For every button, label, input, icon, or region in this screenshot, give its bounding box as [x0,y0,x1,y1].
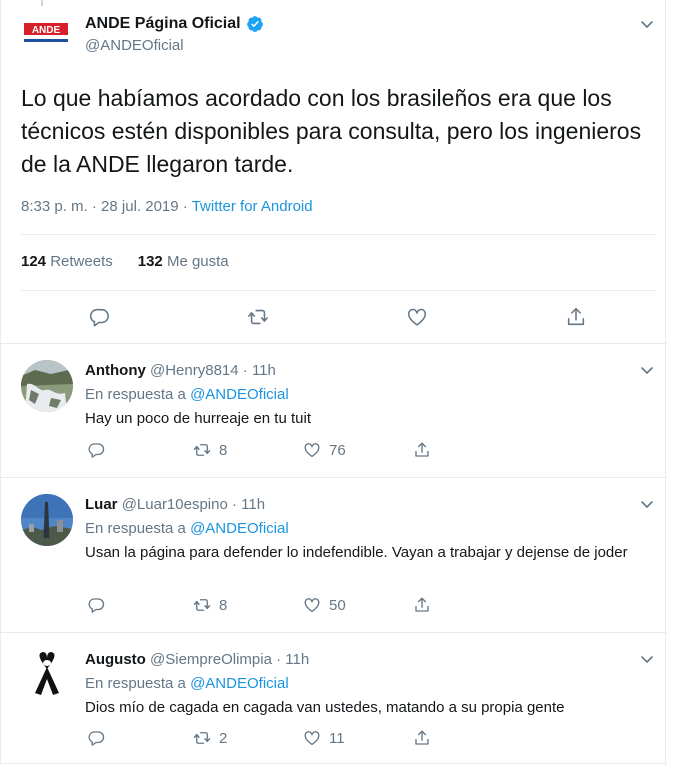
likes-count: 132 [137,253,163,270]
mention-link[interactable]: @ANDEOficial [190,386,289,403]
retweet-button[interactable]: 8 [193,596,227,614]
tweet-meta: 8:33 p. m. · 28 jul. 2019 · Twitter for … [21,198,313,215]
retweet-count: 2 [219,729,228,747]
like-icon [304,443,320,458]
chevron-down-icon[interactable] [639,651,655,667]
retweet-count: 8 [219,441,228,459]
like-button[interactable]: 11 [303,729,345,747]
chevron-down-icon[interactable] [639,16,655,32]
like-count: 50 [329,596,346,614]
reply-header: Augusto @SiempreOlimpia · 11h [85,651,309,668]
like-icon [304,731,320,746]
retweet-icon[interactable] [247,306,269,328]
thread-connector [41,0,43,6]
tweet-stats: 124 Retweets 132 Me gusta [21,253,229,270]
reply-separator: · [242,362,248,379]
chevron-down-icon[interactable] [639,362,655,378]
reply-text: Hay un poco de hurreaje en tu tuit [85,410,311,427]
reply-text: Dios mío de cagada en cagada van ustedes… [85,699,565,716]
reply-separator: · [276,651,282,668]
likes-label: Me gusta [166,253,229,270]
share-icon[interactable] [565,306,587,328]
chevron-down-icon[interactable] [639,496,655,512]
in-reply-label: En respuesta a [85,386,186,403]
logo-text: ANDE [32,25,61,36]
like-icon[interactable] [406,306,428,328]
retweets-stat[interactable]: 124 Retweets [21,253,113,270]
reply-author-handle[interactable]: @SiempreOlimpia [150,651,272,668]
meta-separator: · [182,198,188,215]
share-icon[interactable] [413,729,431,747]
reply-tweet[interactable]: Anthony @Henry8814 · 11h En respuesta a … [1,343,667,477]
divider [21,290,655,291]
verified-badge-icon [246,15,264,33]
tweet-author[interactable]: ANDE Página Oficial @ANDEOficial [85,15,264,54]
reply-icon[interactable] [87,441,105,459]
in-reply-label: En respuesta a [85,675,186,692]
like-button[interactable]: 76 [303,441,346,459]
share-icon[interactable] [413,596,431,614]
like-count: 11 [329,729,345,747]
reply-time[interactable]: 11h [285,651,309,668]
reply-icon[interactable] [87,729,105,747]
reply-time[interactable]: 11h [241,496,265,513]
reply-header: Luar @Luar10espino · 11h [85,496,265,513]
reply-author-handle[interactable]: @Henry8814 [150,362,239,379]
retweets-count: 124 [21,253,47,270]
reply-header: Anthony @Henry8814 · 11h [85,362,276,379]
author-handle[interactable]: @ANDEOficial [85,37,264,54]
tweet-date[interactable]: 28 jul. 2019 [101,198,179,215]
in-reply-label: En respuesta a [85,520,186,537]
tweet-text: Lo que habíamos acordado con los brasile… [21,85,642,177]
share-icon[interactable] [413,441,431,459]
retweet-icon [193,732,211,744]
reply-author-name[interactable]: Luar [85,496,118,513]
reply-icon[interactable] [87,596,105,614]
tweet-time[interactable]: 8:33 p. m. [21,198,88,215]
in-reply-to: En respuesta a @ANDEOficial [85,386,289,403]
retweet-button[interactable]: 8 [193,441,227,459]
divider [21,234,655,235]
retweet-count: 8 [219,596,228,614]
like-count: 76 [329,441,346,459]
meta-separator: · [91,198,97,215]
tweet-source-link[interactable]: Twitter for Android [192,198,313,215]
retweet-icon [193,599,211,611]
reply-time[interactable]: 11h [252,362,276,379]
retweet-icon [193,444,211,456]
mention-link[interactable]: @ANDEOficial [190,520,289,537]
retweets-label: Retweets [50,253,113,270]
in-reply-to: En respuesta a @ANDEOficial [85,520,289,537]
in-reply-to: En respuesta a @ANDEOficial [85,675,289,692]
avatar[interactable] [21,494,73,546]
like-icon [304,598,320,613]
reply-author-handle[interactable]: @Luar10espino [122,496,228,513]
reply-separator: · [232,496,237,513]
reply-tweet[interactable]: Luar @Luar10espino · 11h En respuesta a … [1,477,667,632]
reply-tweet[interactable]: Augusto @SiempreOlimpia · 11h En respues… [1,632,667,763]
likes-stat[interactable]: 132 Me gusta [138,253,229,270]
author-name[interactable]: ANDE Página Oficial [85,15,241,33]
reply-author-name[interactable]: Anthony [85,362,146,379]
avatar[interactable] [21,360,73,412]
retweet-button[interactable]: 2 [193,729,227,747]
like-button[interactable]: 50 [303,596,346,614]
reply-icon[interactable] [88,306,110,328]
tweet-thread: ANDE ANDE Página Oficial @ANDEOficial Lo… [0,0,667,765]
reply-author-name[interactable]: Augusto [85,651,146,668]
reply-text: Usan la página para defender lo indefend… [85,544,628,561]
mention-link[interactable]: @ANDEOficial [190,675,289,692]
ande-logo-avatar[interactable]: ANDE [21,20,71,48]
divider [1,763,667,764]
avatar[interactable] [21,649,73,701]
